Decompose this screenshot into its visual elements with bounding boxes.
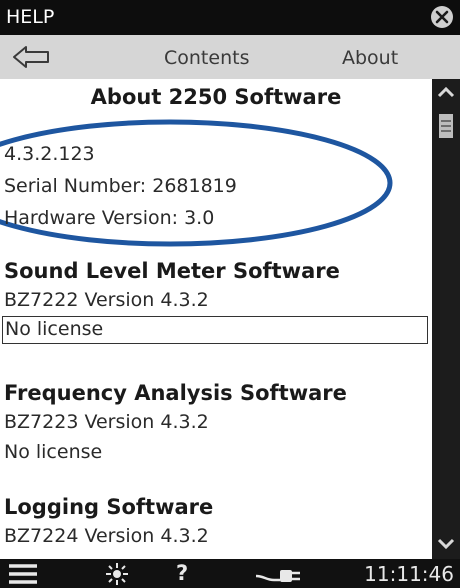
scroll-up-icon[interactable] [436,85,456,99]
section-version: BZ7223 Version 4.3.2 [4,411,209,433]
window-title: HELP [6,6,55,28]
serial-number: Serial Number: 2681819 [4,175,237,197]
section-version: BZ7222 Version 4.3.2 [4,289,209,311]
help-icon[interactable]: ? [176,561,188,585]
power-plug-icon [255,570,300,582]
help-content[interactable]: About 2250 Software 4.3.2.123 Serial Num… [0,79,432,559]
close-icon[interactable] [430,5,454,29]
status-bar: ? 11:11:46 [0,559,460,588]
software-version: 4.3.2.123 [4,143,95,165]
page-title: About 2250 Software [90,85,342,109]
clock: 11:11:46 [364,562,454,586]
section-version: BZ7224 Version 4.3.2 [4,525,209,547]
menu-icon[interactable] [8,563,38,585]
scrollbar[interactable] [432,79,460,559]
sun-icon[interactable] [104,561,130,587]
about-link[interactable]: About [342,47,398,69]
section-title: Logging Software [4,495,214,519]
back-arrow-icon[interactable] [12,43,52,71]
title-bar: HELP [0,0,460,35]
scroll-down-icon[interactable] [436,537,456,551]
nav-bar: Contents About [0,35,460,79]
section-title: Sound Level Meter Software [4,259,340,283]
license-field[interactable]: No license [2,316,428,344]
license-status: No license [5,318,104,340]
hardware-version: Hardware Version: 3.0 [4,207,215,229]
scroll-thumb[interactable] [438,113,454,139]
contents-link[interactable]: Contents [164,47,249,69]
section-title: Frequency Analysis Software [4,381,347,405]
license-status: No license [4,441,103,463]
